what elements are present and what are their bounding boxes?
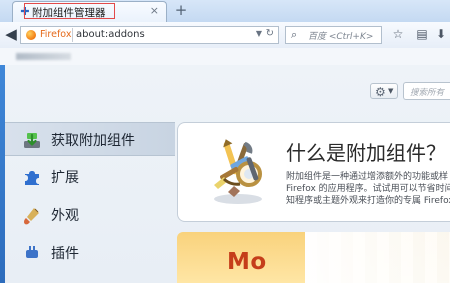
tab-strip: ✚ 附加组件管理器 × + xyxy=(0,0,450,23)
category-plugins[interactable]: 插件 xyxy=(5,236,175,270)
bookmark-strip xyxy=(0,48,450,66)
gear-icon: ⚙ xyxy=(375,85,386,99)
category-label-appearance: 外观 xyxy=(51,208,79,224)
discover-description-line: 附加组件是一种通过增添额外的功能或样 xyxy=(286,172,449,182)
discover-description-line: Firefox 的应用程序。试试用可以节省时间 xyxy=(286,184,450,194)
browser-brand-label: Firefox xyxy=(40,29,72,40)
library-icon[interactable]: ▤ xyxy=(414,26,430,42)
dropdown-icon[interactable]: ▼ xyxy=(256,29,262,38)
promo-redaction xyxy=(305,232,450,283)
category-extensions[interactable]: 扩展 xyxy=(5,160,175,194)
category-label-get-addons: 获取附加组件 xyxy=(51,133,135,149)
discover-description: 附加组件是一种通过增添额外的功能或样 Firefox 的应用程序。试试用可以节省… xyxy=(286,171,450,207)
addons-manager-content: ⚙ ▼ 搜索所有 获取附加组件 扩展 外观 插件 什么是附加组件？ 附加组件是一… xyxy=(5,65,450,283)
paintbrush-icon xyxy=(24,208,39,225)
tools-illustration xyxy=(214,139,262,204)
browser-search-placeholder: 百度 <Ctrl+K> xyxy=(308,32,374,42)
category-label-plugins: 插件 xyxy=(51,246,79,262)
new-tab-button[interactable]: + xyxy=(171,1,191,20)
blurred-bookmark xyxy=(16,53,71,60)
tab-title-highlight xyxy=(24,3,115,19)
address-separator xyxy=(72,28,73,42)
category-label-extensions: 扩展 xyxy=(51,170,79,186)
addons-search-placeholder: 搜索所有 xyxy=(410,88,445,98)
address-bar[interactable]: Firefox about:addons ▼ ↻ xyxy=(20,26,279,44)
back-button[interactable]: ◀ xyxy=(4,26,18,42)
download-icon[interactable]: ⬇ xyxy=(433,26,449,42)
tools-menu-button[interactable]: ⚙ ▼ xyxy=(370,83,398,99)
dropdown-icon: ▼ xyxy=(388,87,394,95)
back-arrow-icon: ◀ xyxy=(5,25,17,43)
reload-icon[interactable]: ↻ xyxy=(266,28,274,39)
promo-card: Mo xyxy=(177,232,450,283)
tab-addons-manager[interactable]: ✚ 附加组件管理器 × xyxy=(12,1,167,22)
close-icon[interactable]: × xyxy=(150,4,159,17)
addons-search-input[interactable]: 搜索所有 xyxy=(403,82,450,100)
puzzle-piece-icon xyxy=(25,171,39,185)
category-get-addons[interactable]: 获取附加组件 xyxy=(5,122,175,156)
address-text[interactable]: about:addons xyxy=(76,29,145,40)
browser-search-box[interactable]: ⌕ 百度 <Ctrl+K> xyxy=(285,26,382,44)
addons-category-sidebar: 获取附加组件 扩展 外观 插件 xyxy=(5,122,177,283)
navigation-bar: ◀ Firefox about:addons ▼ ↻ ⌕ 百度 <Ctrl+K>… xyxy=(0,22,450,49)
promo-title: Mo xyxy=(227,249,267,275)
category-appearance[interactable]: 外观 xyxy=(5,198,175,232)
discover-card: 什么是附加组件？ 附加组件是一种通过增添额外的功能或样 Firefox 的应用程… xyxy=(177,122,450,222)
discover-title: 什么是附加组件？ xyxy=(286,141,446,165)
firefox-icon xyxy=(26,30,36,40)
star-icon[interactable]: ☆ xyxy=(390,26,406,42)
plugin-icon xyxy=(26,246,38,258)
search-icon: ⌕ xyxy=(291,28,298,41)
download-icon xyxy=(24,133,40,148)
discover-description-line: 知程序或主题外观来打造你的专属 Firefox xyxy=(286,196,450,206)
